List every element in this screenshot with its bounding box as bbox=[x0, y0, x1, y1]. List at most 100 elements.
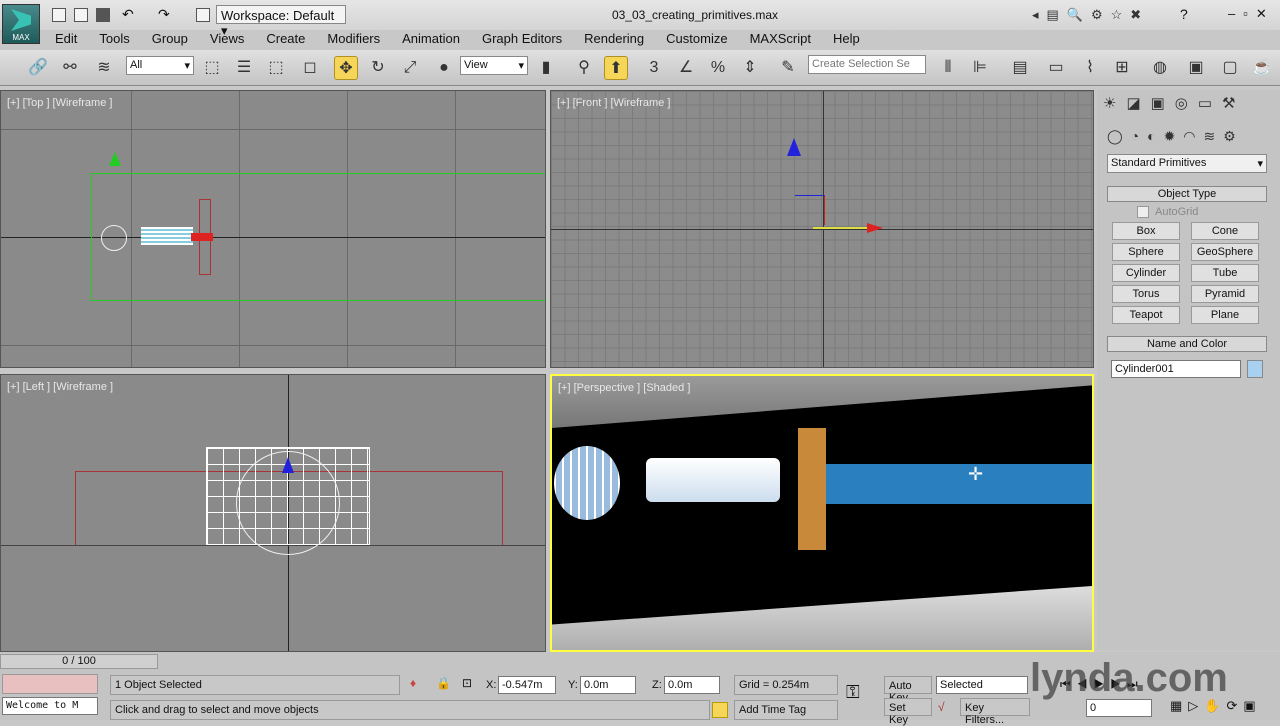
bind-space-warp-icon[interactable]: ≋ bbox=[92, 56, 116, 80]
key-mode-dropdown[interactable]: Selected bbox=[936, 676, 1028, 694]
set-key-button[interactable]: Set Key bbox=[884, 698, 932, 726]
pivot-center-icon[interactable]: ▮ bbox=[534, 56, 558, 80]
absolute-relative-toggle-icon[interactable]: ⊡ bbox=[462, 676, 472, 690]
time-tag-icon[interactable] bbox=[712, 702, 728, 718]
autogrid-checkbox[interactable] bbox=[1137, 206, 1149, 218]
current-frame-input[interactable]: 0 bbox=[1086, 699, 1152, 717]
maxscript-input[interactable]: Welcome to M bbox=[2, 697, 98, 715]
menu-create[interactable]: Create bbox=[255, 30, 316, 48]
workspace-dropdown[interactable]: Workspace: Default ▾ bbox=[216, 5, 346, 38]
cone-button[interactable]: Cone bbox=[1191, 222, 1259, 240]
z-coordinate-input[interactable]: 0.0m bbox=[664, 676, 720, 694]
align-icon[interactable]: ⊫ bbox=[968, 56, 992, 80]
render-production-icon[interactable]: ☕ bbox=[1250, 56, 1274, 80]
place-icon[interactable]: ● bbox=[432, 56, 456, 80]
viewport-perspective[interactable]: ✛ [+] [Perspective ] [Shaded ] bbox=[550, 374, 1094, 652]
keyboard-shortcut-override-icon[interactable]: ⬆ bbox=[604, 56, 628, 80]
open-file-icon[interactable] bbox=[74, 8, 88, 22]
viewport-left[interactable]: [+] [Left ] [Wireframe ] bbox=[0, 374, 546, 652]
help-icon[interactable]: ? bbox=[1180, 6, 1188, 22]
auto-key-button[interactable]: Auto Key bbox=[884, 676, 932, 704]
object-color-swatch[interactable] bbox=[1247, 360, 1263, 378]
unlink-icon[interactable]: ⚯ bbox=[58, 56, 82, 80]
graphite-ribbon-icon[interactable]: ▭ bbox=[1044, 56, 1068, 80]
add-time-tag-button[interactable]: Add Time Tag bbox=[734, 700, 838, 720]
viewport-label-perspective[interactable]: [+] [Perspective ] [Shaded ] bbox=[558, 382, 690, 394]
pyramid-button[interactable]: Pyramid bbox=[1191, 285, 1259, 303]
spinner-snap-icon[interactable]: ⇕ bbox=[738, 56, 762, 80]
geosphere-button[interactable]: GeoSphere bbox=[1191, 243, 1259, 261]
manipulate-icon[interactable]: ⚲ bbox=[572, 56, 596, 80]
menu-customize[interactable]: Customize bbox=[655, 30, 738, 48]
link-icon[interactable]: 🔗 bbox=[26, 56, 50, 80]
maxscript-listener-mini[interactable] bbox=[2, 674, 98, 694]
menu-tools[interactable]: Tools bbox=[88, 30, 140, 48]
key-tangent-icon[interactable]: √ bbox=[938, 700, 945, 714]
edit-named-selection-icon[interactable]: ✎ bbox=[776, 56, 800, 80]
torus-button[interactable]: Torus bbox=[1112, 285, 1180, 303]
redo-icon[interactable]: ↷ bbox=[158, 6, 170, 23]
percent-snap-icon[interactable]: % bbox=[706, 56, 730, 80]
teapot-button[interactable]: Teapot bbox=[1112, 306, 1180, 324]
object-name-input[interactable]: Cylinder001 bbox=[1111, 360, 1241, 378]
viewport-label-top[interactable]: [+] [Top ] [Wireframe ] bbox=[7, 97, 112, 109]
menu-modifiers[interactable]: Modifiers bbox=[316, 30, 391, 48]
render-setup-icon[interactable]: ▣ bbox=[1184, 56, 1208, 80]
command-panel-tabs[interactable]: ☀◪▣◎▭⚒ bbox=[1103, 94, 1246, 112]
key-filters-button[interactable]: Key Filters... bbox=[960, 698, 1030, 726]
menu-rendering[interactable]: Rendering bbox=[573, 30, 655, 48]
move-cursor-icon: ✛ bbox=[968, 464, 984, 484]
mirror-icon[interactable]: ⫴ bbox=[936, 56, 960, 80]
select-and-move-icon[interactable]: ✥ bbox=[334, 56, 358, 80]
isolate-selection-icon[interactable]: ♦ bbox=[410, 676, 416, 690]
snaps-toggle-icon[interactable]: 3 bbox=[642, 56, 666, 80]
menu-maxscript[interactable]: MAXScript bbox=[739, 30, 822, 48]
project-folder-icon[interactable] bbox=[196, 8, 210, 22]
viewport-top[interactable]: [+] [Top ] [Wireframe ] bbox=[0, 90, 546, 368]
menu-help[interactable]: Help bbox=[822, 30, 871, 48]
tube-button[interactable]: Tube bbox=[1191, 264, 1259, 282]
schematic-view-icon[interactable]: ⊞ bbox=[1110, 56, 1134, 80]
rectangular-selection-icon[interactable]: ⬚ bbox=[264, 56, 288, 80]
reference-coordinate-dropdown[interactable]: View ▾ bbox=[460, 56, 528, 75]
layer-manager-icon[interactable]: ▤ bbox=[1008, 56, 1032, 80]
primitive-category-dropdown[interactable]: Standard Primitives ▾ bbox=[1107, 154, 1267, 173]
angle-snap-icon[interactable]: ∠ bbox=[674, 56, 698, 80]
box-button[interactable]: Box bbox=[1112, 222, 1180, 240]
set-key-mode-icon[interactable]: ⚿ bbox=[846, 682, 860, 703]
x-coordinate-input[interactable]: -0.547m bbox=[498, 676, 556, 694]
time-slider[interactable]: 0 / 100 bbox=[0, 654, 158, 669]
save-icon[interactable] bbox=[96, 8, 110, 22]
window-controls[interactable]: –▫✕ bbox=[1228, 6, 1275, 22]
infocenter-icons[interactable]: ◂▤🔍⚙☆✖ bbox=[1032, 7, 1149, 23]
viewport-front[interactable]: [+] [Front ] [Wireframe ] bbox=[550, 90, 1094, 368]
select-by-name-icon[interactable]: ☰ bbox=[232, 56, 256, 80]
viewport-label-front[interactable]: [+] [Front ] [Wireframe ] bbox=[557, 97, 670, 109]
undo-icon[interactable]: ↶ bbox=[122, 6, 134, 23]
selection-filter-dropdown[interactable]: All ▾ bbox=[126, 56, 194, 75]
window-crossing-icon[interactable]: ◻ bbox=[298, 56, 322, 80]
material-editor-icon[interactable]: ◍ bbox=[1148, 56, 1172, 80]
named-selection-set-dropdown[interactable]: Create Selection Se bbox=[808, 55, 926, 74]
new-file-icon[interactable] bbox=[52, 8, 66, 22]
plane-button[interactable]: Plane bbox=[1191, 306, 1259, 324]
rendered-frame-window-icon[interactable]: ▢ bbox=[1218, 56, 1242, 80]
menu-group[interactable]: Group bbox=[141, 30, 199, 48]
select-and-scale-icon[interactable]: ⤢ bbox=[398, 56, 422, 80]
create-category-icons[interactable]: ◯◔◐✹◠≋⚙ bbox=[1107, 128, 1244, 145]
select-object-icon[interactable]: ⬚ bbox=[200, 56, 224, 80]
app-menu-button[interactable]: MAX bbox=[2, 4, 40, 44]
menu-views[interactable]: Views bbox=[199, 30, 255, 48]
select-and-rotate-icon[interactable]: ↻ bbox=[366, 56, 390, 80]
menu-graph-editors[interactable]: Graph Editors bbox=[471, 30, 573, 48]
selection-lock-icon[interactable]: 🔒 bbox=[436, 676, 451, 690]
sphere-button[interactable]: Sphere bbox=[1112, 243, 1180, 261]
y-coordinate-input[interactable]: 0.0m bbox=[580, 676, 636, 694]
curve-editor-icon[interactable]: ⌇ bbox=[1078, 56, 1102, 80]
object-type-rollout[interactable]: Object Type bbox=[1107, 186, 1267, 202]
viewport-label-left[interactable]: [+] [Left ] [Wireframe ] bbox=[7, 381, 113, 393]
menu-edit[interactable]: Edit bbox=[44, 30, 88, 48]
menu-animation[interactable]: Animation bbox=[391, 30, 471, 48]
name-and-color-rollout[interactable]: Name and Color bbox=[1107, 336, 1267, 352]
cylinder-button[interactable]: Cylinder bbox=[1112, 264, 1180, 282]
